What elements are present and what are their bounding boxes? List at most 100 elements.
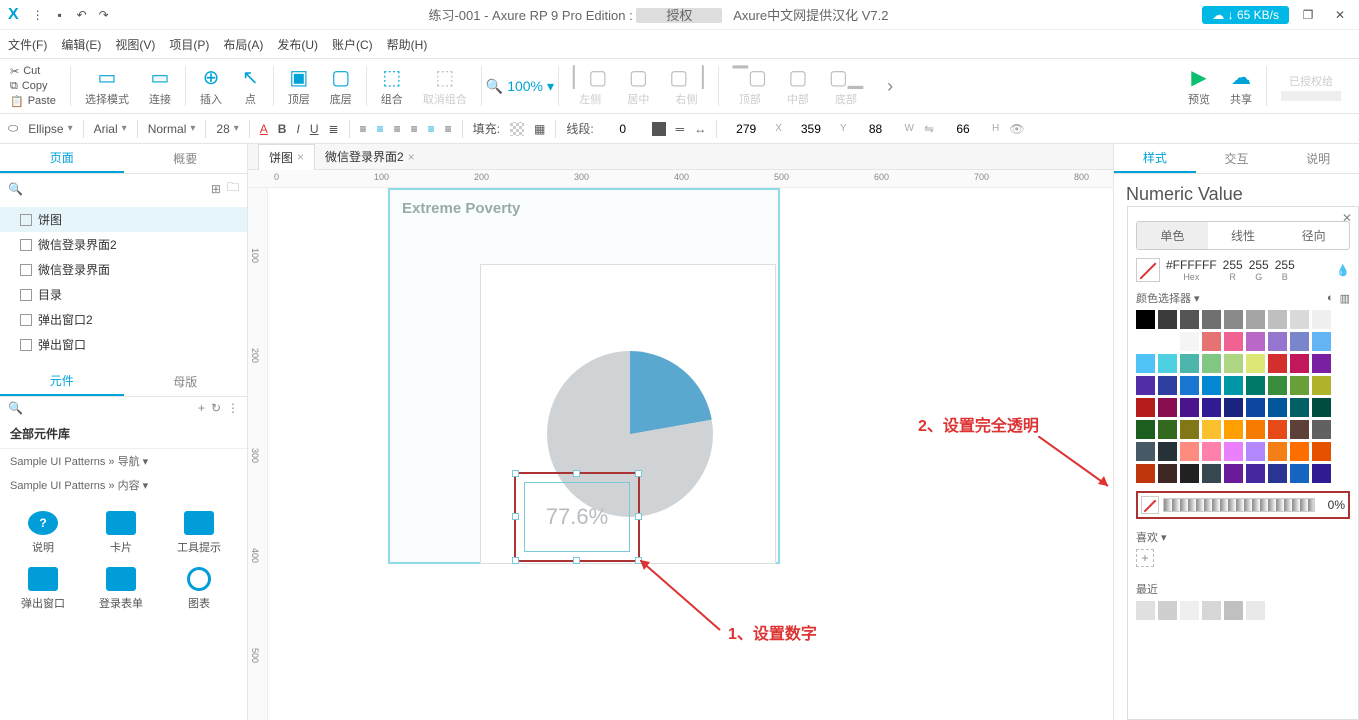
- library-widget[interactable]: 登录表单: [82, 561, 160, 617]
- bold-button[interactable]: B: [278, 122, 287, 136]
- resize-handle[interactable]: [573, 557, 580, 564]
- bring-front-button[interactable]: ▣顶层: [278, 59, 320, 113]
- color-swatch[interactable]: [1224, 376, 1243, 395]
- library-subsection-2[interactable]: Sample UI Patterns » 内容 ▾: [0, 473, 247, 497]
- valign-bot-button[interactable]: ▢▁底部: [819, 59, 873, 113]
- resize-handle[interactable]: [573, 470, 580, 477]
- color-swatch[interactable]: [1224, 442, 1243, 461]
- color-swatch[interactable]: [1136, 376, 1155, 395]
- color-swatch[interactable]: [1158, 442, 1177, 461]
- line-color-swatch[interactable]: [652, 122, 666, 136]
- zoom-control[interactable]: 🔍 100% ▾: [486, 78, 554, 95]
- color-swatch[interactable]: [1312, 332, 1331, 351]
- stage[interactable]: Extreme Poverty 77.6% 1、设置数字: [268, 188, 1113, 720]
- paste-button[interactable]: 📋 Paste: [10, 95, 66, 108]
- send-back-button[interactable]: ▢底层: [320, 59, 362, 113]
- color-swatch[interactable]: [1158, 398, 1177, 417]
- color-swatch[interactable]: [1312, 376, 1331, 395]
- add-favorite-button[interactable]: +: [1136, 549, 1154, 567]
- no-fill-icon[interactable]: [1141, 496, 1159, 514]
- library-subsection-1[interactable]: Sample UI Patterns » 导航 ▾: [0, 449, 247, 473]
- preview-button[interactable]: ▶预览: [1178, 59, 1220, 113]
- artboard[interactable]: Extreme Poverty 77.6%: [388, 188, 780, 564]
- color-swatch[interactable]: [1246, 332, 1265, 351]
- alpha-value[interactable]: 0%: [1315, 498, 1345, 512]
- menu-item[interactable]: 文件(F): [8, 36, 47, 53]
- h-input[interactable]: [944, 122, 982, 136]
- color-swatch[interactable]: [1290, 332, 1309, 351]
- align-right-icon[interactable]: ≡: [394, 122, 401, 136]
- color-swatch[interactable]: [1312, 464, 1331, 483]
- color-swatch[interactable]: [1268, 464, 1287, 483]
- visibility-icon[interactable]: 👁: [1009, 122, 1024, 136]
- color-wheel-icon[interactable]: ◐: [1327, 292, 1334, 304]
- color-tab-radial[interactable]: 径向: [1278, 222, 1349, 249]
- add-lib-icon[interactable]: +: [198, 401, 205, 415]
- color-swatch[interactable]: [1136, 332, 1155, 351]
- color-swatch[interactable]: [1246, 420, 1265, 439]
- menu-item[interactable]: 视图(V): [115, 36, 155, 53]
- recent-color-swatch[interactable]: [1224, 601, 1243, 620]
- color-swatch[interactable]: [1224, 464, 1243, 483]
- italic-button[interactable]: I: [296, 122, 299, 136]
- ungroup-button[interactable]: ⬚取消组合: [413, 59, 477, 113]
- document-tab[interactable]: 饼图 ×: [258, 144, 315, 170]
- color-swatch[interactable]: [1202, 332, 1221, 351]
- lib-options-icon[interactable]: ↻: [211, 401, 221, 415]
- r-value[interactable]: 255: [1223, 258, 1243, 272]
- library-widget[interactable]: 工具提示: [160, 505, 238, 561]
- add-folder-icon[interactable]: 🗀: [227, 178, 239, 199]
- color-swatch[interactable]: [1224, 354, 1243, 373]
- align-left-button[interactable]: ▏▢左侧: [563, 59, 617, 113]
- color-swatch[interactable]: [1136, 420, 1155, 439]
- page-item[interactable]: 目录: [0, 282, 247, 307]
- lock-aspect-icon[interactable]: ⇋: [924, 122, 934, 136]
- color-swatch[interactable]: [1246, 442, 1265, 461]
- color-swatch[interactable]: [1158, 332, 1177, 351]
- arrow-style-icon[interactable]: ↔: [694, 122, 706, 136]
- color-swatch[interactable]: [1290, 420, 1309, 439]
- y-input[interactable]: [792, 122, 830, 136]
- align-left-icon[interactable]: ≡: [360, 122, 367, 136]
- recent-color-swatch[interactable]: [1246, 601, 1265, 620]
- color-swatch[interactable]: [1202, 398, 1221, 417]
- color-swatch[interactable]: [1268, 420, 1287, 439]
- color-swatch[interactable]: [1136, 464, 1155, 483]
- color-tab-solid[interactable]: 单色: [1137, 222, 1208, 249]
- align-center-button[interactable]: ▢居中: [617, 59, 659, 113]
- color-swatch[interactable]: [1268, 332, 1287, 351]
- color-swatch[interactable]: [1180, 354, 1199, 373]
- menu-item[interactable]: 账户(C): [332, 36, 373, 53]
- library-widget[interactable]: 卡片: [82, 505, 160, 561]
- color-swatch[interactable]: [1202, 310, 1221, 329]
- menu-item[interactable]: 项目(P): [169, 36, 209, 53]
- undo-icon[interactable]: ↶: [71, 4, 93, 26]
- color-swatch[interactable]: [1312, 354, 1331, 373]
- copy-button[interactable]: ⧉ Copy: [10, 80, 66, 93]
- align-right-button[interactable]: ▢▕右侧: [659, 59, 713, 113]
- fill-image-icon[interactable]: ▦: [534, 122, 545, 136]
- color-swatch[interactable]: [1290, 310, 1309, 329]
- resize-handle[interactable]: [512, 557, 519, 564]
- color-swatch[interactable]: [1180, 310, 1199, 329]
- resize-handle[interactable]: [635, 513, 642, 520]
- page-item[interactable]: 饼图: [0, 207, 247, 232]
- resize-handle[interactable]: [635, 470, 642, 477]
- color-swatch[interactable]: [1224, 398, 1243, 417]
- color-tab-linear[interactable]: 线性: [1208, 222, 1279, 249]
- library-widget[interactable]: 弹出窗口: [4, 561, 82, 617]
- favorites-label[interactable]: 喜欢 ▾: [1136, 529, 1350, 545]
- page-item[interactable]: 弹出窗口: [0, 332, 247, 357]
- size-select[interactable]: 28▾: [216, 122, 238, 136]
- point-button[interactable]: ↖点: [232, 59, 269, 113]
- color-swatch[interactable]: [1290, 354, 1309, 373]
- selection-box[interactable]: 77.6%: [514, 472, 640, 562]
- color-swatch[interactable]: [1290, 464, 1309, 483]
- cut-button[interactable]: ✂ Cut: [10, 65, 66, 78]
- color-swatch[interactable]: [1246, 398, 1265, 417]
- color-swatch[interactable]: [1290, 376, 1309, 395]
- widget-search-icon[interactable]: 🔍: [8, 401, 192, 415]
- group-button[interactable]: ⬚组合: [371, 59, 413, 113]
- color-swatch[interactable]: [1136, 398, 1155, 417]
- tab-masters[interactable]: 母版: [124, 367, 248, 396]
